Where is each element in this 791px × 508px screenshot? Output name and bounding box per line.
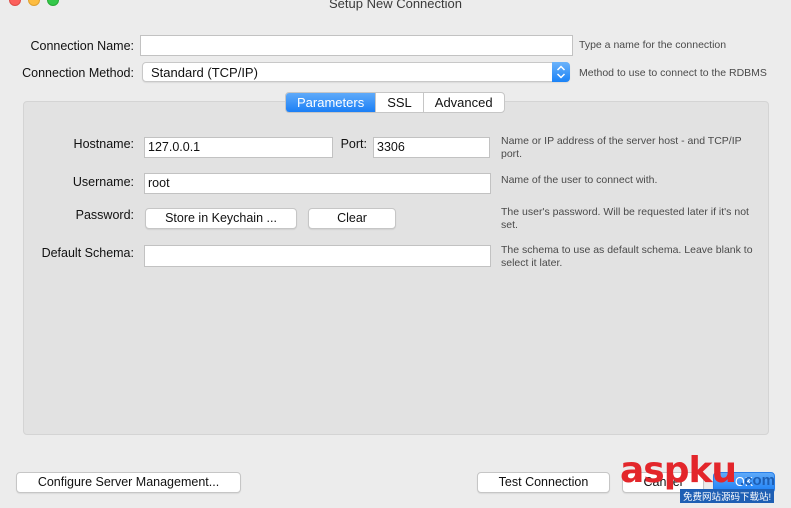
default-schema-label: Default Schema: bbox=[41, 246, 134, 260]
watermark-brand: aspku bbox=[620, 450, 737, 491]
connection-name-label: Connection Name: bbox=[30, 39, 134, 53]
connection-method-hint: Method to use to connect to the RDBMS bbox=[579, 67, 767, 79]
aspku-watermark-logo: aspku .com 免费网站源码下载站! bbox=[620, 450, 791, 508]
connection-name-input[interactable] bbox=[140, 35, 573, 56]
username-hint: Name of the user to connect with. bbox=[501, 174, 658, 186]
tab-advanced[interactable]: Advanced bbox=[422, 93, 504, 112]
password-hint: The user's password. Will be requested l… bbox=[501, 206, 749, 231]
username-input[interactable]: root bbox=[144, 173, 491, 194]
hostname-input[interactable]: 127.0.0.1 bbox=[144, 137, 333, 158]
clear-password-button[interactable]: Clear bbox=[308, 208, 396, 229]
hostname-hint: Name or IP address of the server host - … bbox=[501, 135, 742, 160]
watermark-tagline: 免费网站源码下载站! bbox=[680, 489, 775, 503]
tab-parameters[interactable]: Parameters bbox=[286, 93, 376, 112]
connection-name-hint: Type a name for the connection bbox=[579, 39, 727, 51]
connection-method-label: Connection Method: bbox=[22, 66, 134, 80]
test-connection-button[interactable]: Test Connection bbox=[477, 472, 610, 493]
watermark-domain: .com bbox=[740, 472, 776, 489]
updown-chevron-icon bbox=[552, 62, 570, 82]
username-label: Username: bbox=[72, 175, 134, 189]
default-schema-hint: The schema to use as default schema. Lea… bbox=[501, 244, 753, 269]
connection-method-value: Standard (TCP/IP) bbox=[151, 65, 258, 80]
configure-server-management-button[interactable]: Configure Server Management... bbox=[16, 472, 241, 493]
store-in-keychain-button[interactable]: Store in Keychain ... bbox=[145, 208, 297, 229]
port-input[interactable]: 3306 bbox=[373, 137, 490, 158]
password-label: Password: bbox=[75, 208, 134, 222]
connection-method-select[interactable]: Standard (TCP/IP) bbox=[142, 62, 570, 82]
hostname-label: Hostname: bbox=[73, 137, 134, 151]
tab-bar: Parameters SSL Advanced bbox=[285, 92, 505, 113]
title-bar: Setup New Connection bbox=[0, 0, 791, 12]
port-label: Port: bbox=[340, 137, 367, 151]
tab-ssl[interactable]: SSL bbox=[375, 93, 423, 112]
window-title: Setup New Connection bbox=[329, 0, 462, 11]
default-schema-input[interactable] bbox=[144, 245, 491, 267]
